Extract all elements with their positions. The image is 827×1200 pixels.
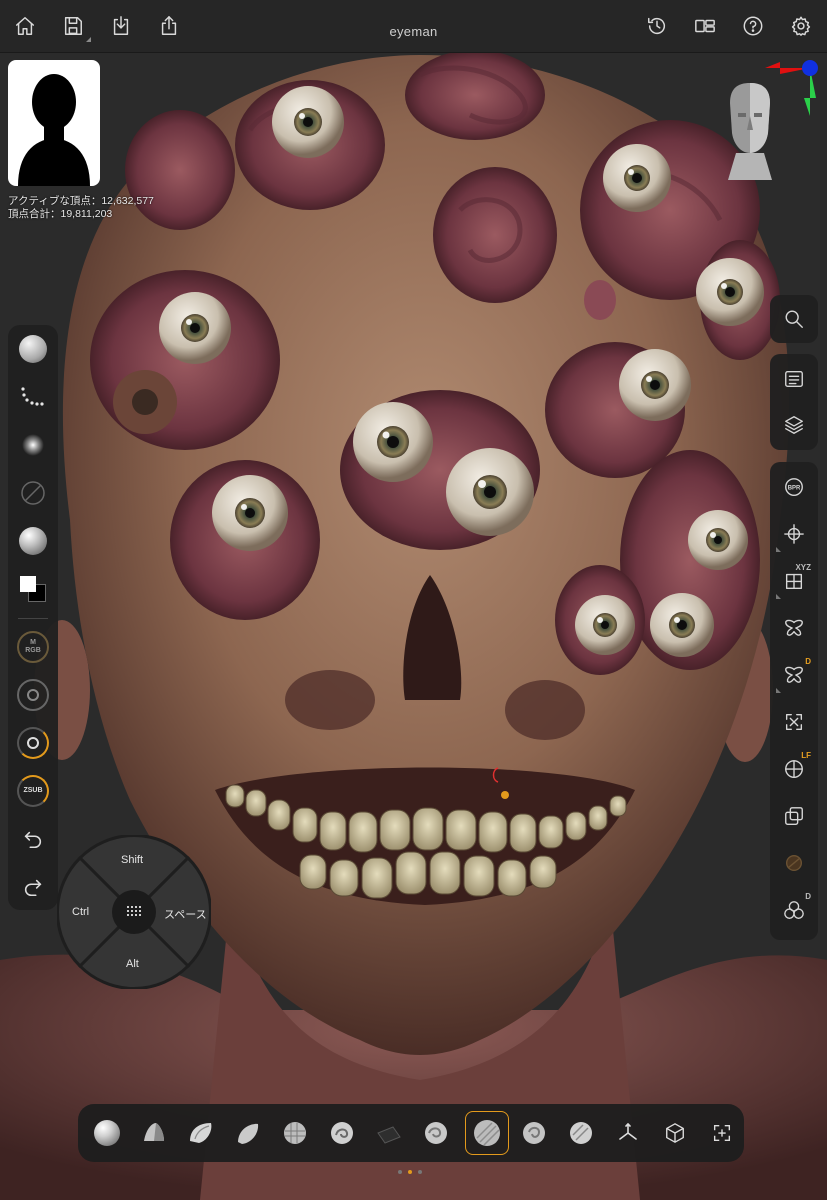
clay-buildup-brush-icon[interactable] [181,1113,221,1153]
texture-off-icon[interactable] [13,473,53,513]
page-dot [398,1170,402,1174]
floor-badge: LF [801,751,811,760]
draw-size-icon[interactable] [13,723,53,763]
dynamic-badge: D [805,892,811,901]
orientation-gizmo[interactable] [720,58,825,188]
matcap-sphere-icon[interactable] [13,521,53,561]
smooth-brush-icon[interactable] [465,1111,509,1155]
move-brush-icon[interactable] [134,1113,174,1153]
history-icon[interactable] [641,10,673,42]
brush-bar [78,1104,744,1162]
help-icon[interactable] [737,10,769,42]
symmetry-badge: XYZ [795,563,811,572]
symmetry-xyz-icon[interactable]: XYZ [770,559,818,603]
color-swatch-icon[interactable] [13,569,53,609]
sculpt-viewport[interactable] [0,53,827,1200]
trim-brush-icon[interactable] [369,1113,409,1153]
reference-thumbnail[interactable] [8,60,100,186]
right-tool-panel: BPR XYZ D LF D [770,462,818,940]
svg-text:BPR: BPR [788,485,801,491]
right-subtool-panel [770,354,818,450]
inflate-brush-icon[interactable] [228,1113,268,1153]
undo-icon[interactable] [13,819,53,859]
page-dot-active [408,1170,412,1174]
add-frame-icon[interactable] [702,1113,742,1153]
head-navigation-icon [728,83,772,180]
alpha-falloff-icon[interactable] [13,425,53,465]
focal-shift-icon[interactable] [13,675,53,715]
polyframe-icon[interactable] [770,794,818,838]
layers-icon[interactable] [770,403,818,447]
right-search-panel [770,295,818,343]
brush-page-indicator[interactable] [398,1170,422,1174]
pinch-brush-icon[interactable] [514,1113,554,1153]
silhouette-icon [18,74,90,186]
vertex-stats: アクティブな頂点：12,632,577 頂点合計：19,811,203 [8,195,154,221]
top-toolbar: eyeman [0,0,827,53]
material-sphere-icon[interactable] [13,329,53,369]
space-label: スペース [164,909,207,921]
mrgb-toggle[interactable]: M RGB [13,627,53,667]
page-dot [418,1170,422,1174]
stroke-dots-icon[interactable] [13,377,53,417]
dam-brush-icon[interactable] [416,1113,456,1153]
zsub-toggle[interactable]: Z SUB [13,771,53,811]
transpose-icon[interactable] [770,512,818,556]
alt-label: Alt [126,958,139,970]
modifier-wheel: Shift Ctrl スペース Alt [56,834,212,990]
dynamic-icon[interactable]: D [770,888,818,932]
dynamic-symmetry-icon[interactable]: D [770,653,818,697]
redo-icon[interactable] [13,867,53,907]
floor-grid-icon[interactable]: LF [770,747,818,791]
polish-brush-icon[interactable] [561,1113,601,1153]
subtool-list-icon[interactable] [770,357,818,401]
total-vertex-count: 頂点合計：19,811,203 [8,208,113,220]
settings-icon[interactable] [785,10,817,42]
ctrl-label: Ctrl [72,906,90,918]
snakehook-brush-icon[interactable] [322,1113,362,1153]
left-tool-panel: M RGB Z SUB [8,325,58,910]
axis-gizmo-icon [765,60,818,116]
mesh-cube-icon[interactable] [655,1113,695,1153]
mrgb-label: M RGB [17,631,49,663]
zsub-sub-label: SUB [27,787,43,794]
mirror-icon[interactable] [770,606,818,650]
sculpted-head-model [0,53,827,1200]
frame-icon[interactable] [770,700,818,744]
gizmo-icon[interactable] [608,1113,648,1153]
search-icon[interactable] [770,297,818,341]
solo-icon[interactable] [770,841,818,885]
standard-brush-icon[interactable] [87,1113,127,1153]
active-vertex-count: アクティブな頂点：12,632,577 [8,195,154,207]
layout-icon[interactable] [689,10,721,42]
bpr-render-icon[interactable]: BPR [770,465,818,509]
damstandard-brush-icon[interactable] [275,1113,315,1153]
dynamic-symmetry-badge: D [805,657,811,666]
wheel-center[interactable] [112,890,156,934]
shift-label: Shift [121,854,144,866]
